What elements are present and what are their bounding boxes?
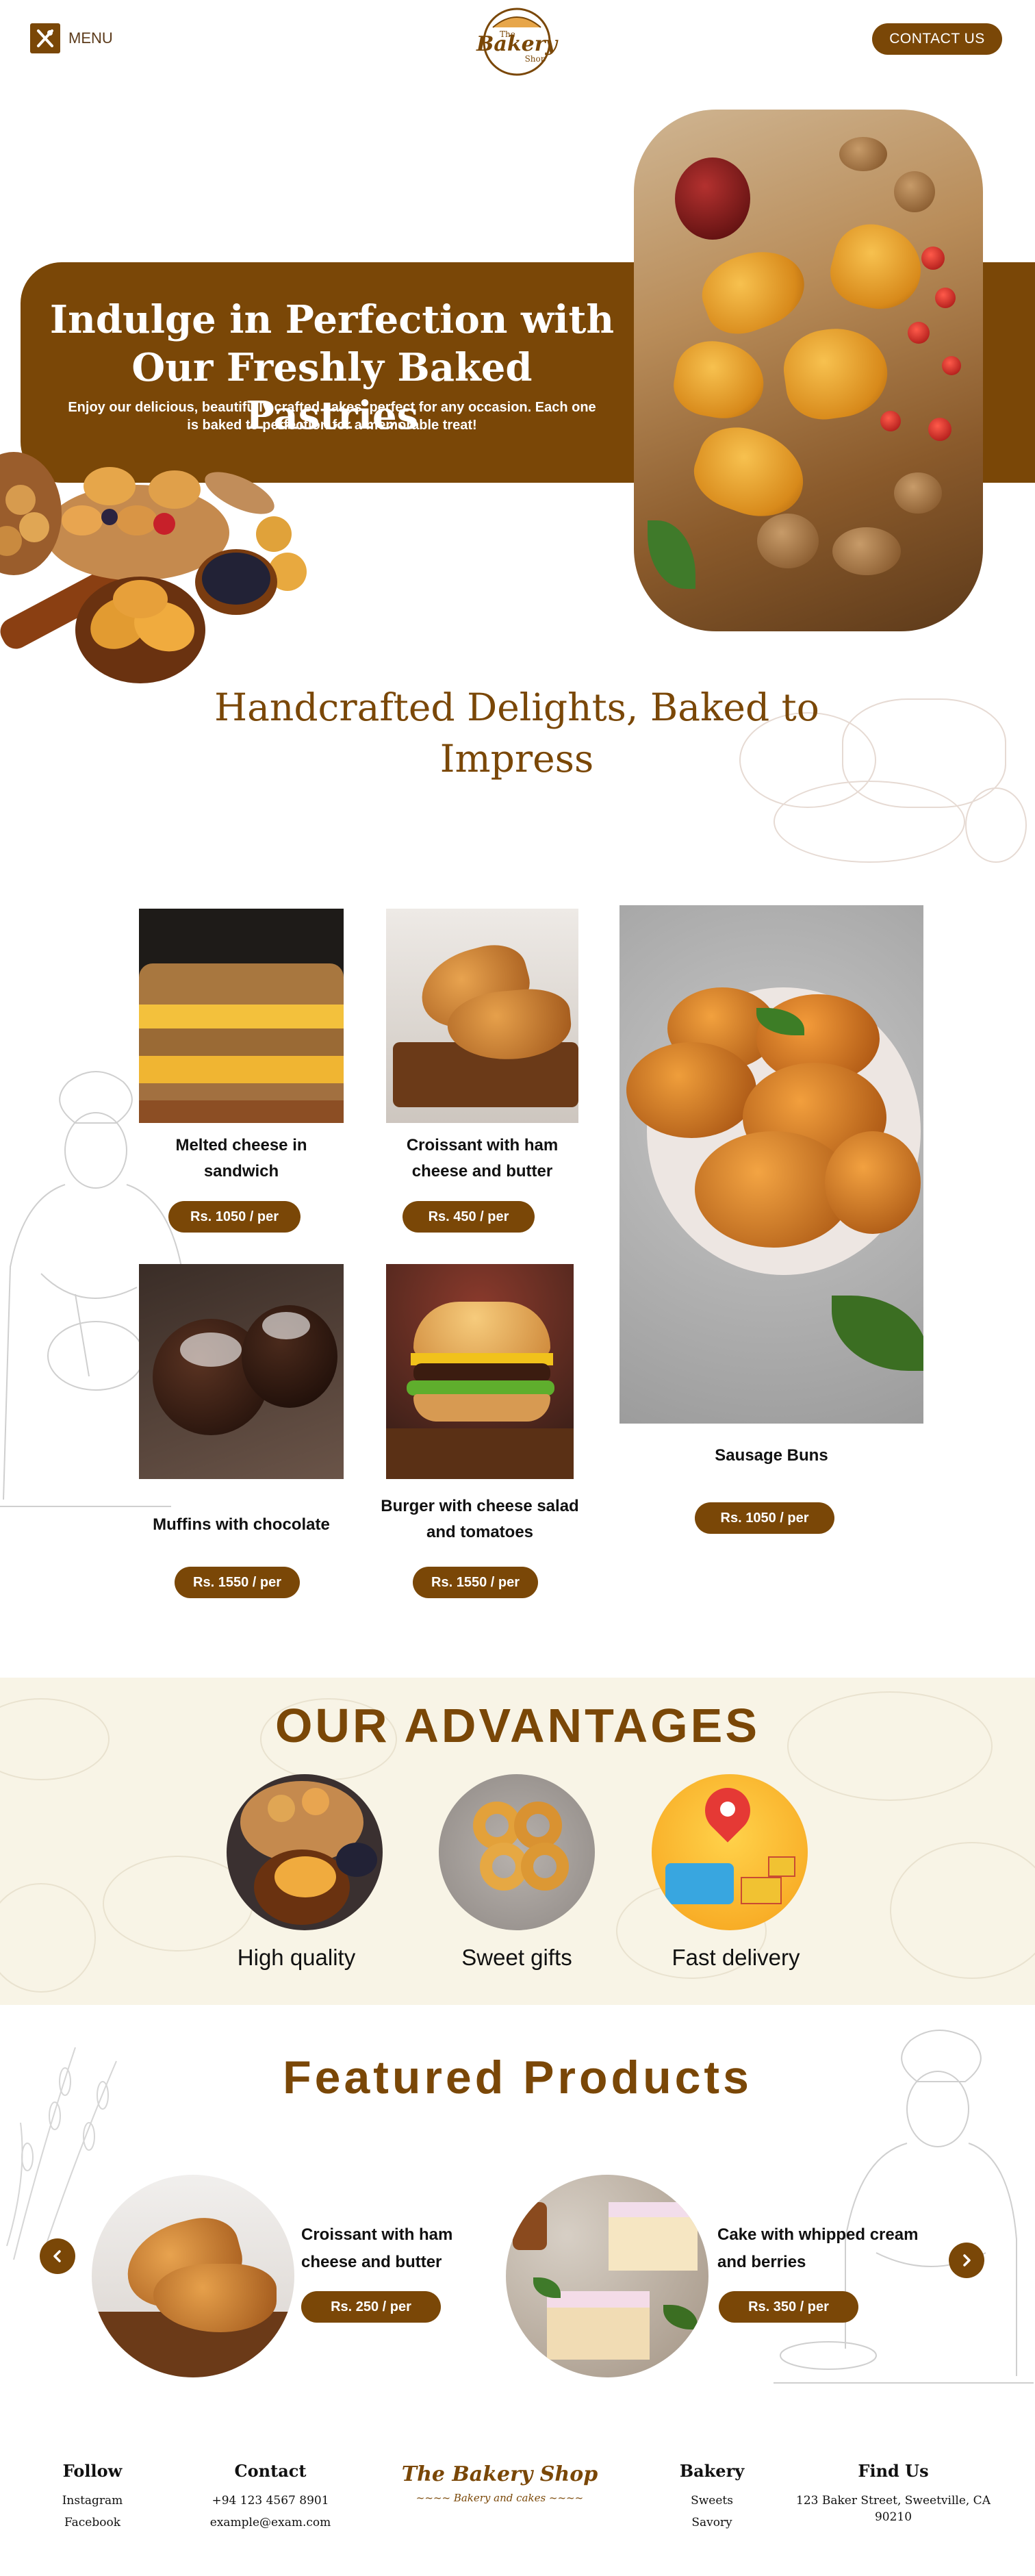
- footer-instagram-link[interactable]: Instagram: [0, 2492, 195, 2509]
- footer-savory-link[interactable]: Savory: [609, 2514, 815, 2531]
- logo-text-bottom: Shop: [525, 54, 546, 64]
- logo-text-main: Bakery: [476, 32, 559, 56]
- product-image-chocolate-muffins[interactable]: [139, 1264, 344, 1479]
- utensils-icon: [30, 23, 60, 53]
- menu-label: MENU: [68, 29, 113, 47]
- footer-follow-title: Follow: [62, 2461, 123, 2481]
- product-name: Croissant with ham cheese and butter: [406, 1136, 559, 1180]
- footer-brand-name: The Bakery Shop: [401, 2462, 598, 2486]
- footer-brand-tagline: Bakery and cakes: [453, 2492, 546, 2504]
- hero-subtitle: Enjoy our delicious, beautifully crafted…: [68, 400, 596, 433]
- pastry-board-image: [0, 452, 342, 692]
- price-badge[interactable]: Rs. 1550 / per: [413, 1567, 538, 1598]
- carousel-prev-button[interactable]: [40, 2238, 75, 2274]
- chevron-left-icon: [53, 2250, 61, 2262]
- hero-pastry-image: [634, 110, 983, 631]
- featured-price-badge[interactable]: Rs. 250 / per: [301, 2291, 441, 2323]
- wave-decoration: ~~~~: [416, 2492, 454, 2504]
- high-quality-image: [227, 1774, 383, 1930]
- sweet-gifts-image: [439, 1774, 595, 1930]
- advantage-label: Fast delivery: [672, 1945, 800, 1970]
- wave-decoration: ~~~~: [546, 2492, 584, 2504]
- contact-us-button[interactable]: CONTACT US: [872, 23, 1002, 55]
- featured-croissant-image[interactable]: [92, 2175, 294, 2377]
- product-image-cheese-sandwich[interactable]: [139, 909, 344, 1123]
- featured-title: Featured Products: [283, 2051, 752, 2104]
- product-name: Melted cheese in sandwich: [175, 1136, 307, 1180]
- product-image-burger[interactable]: [386, 1264, 574, 1479]
- price-badge[interactable]: Rs. 1050 / per: [168, 1201, 301, 1233]
- bakery-logo[interactable]: The Bakery Shop: [472, 4, 561, 77]
- product-image-croissant[interactable]: [386, 909, 578, 1123]
- featured-name: Croissant with ham cheese and butter: [301, 2225, 453, 2271]
- fast-delivery-image: [652, 1774, 808, 1930]
- footer-facebook-link[interactable]: Facebook: [0, 2514, 195, 2531]
- featured-name: Cake with whipped cream and berries: [717, 2225, 919, 2271]
- footer-sweets-link[interactable]: Sweets: [609, 2492, 815, 2509]
- featured-price-badge[interactable]: Rs. 350 / per: [719, 2291, 858, 2323]
- footer-find-us-title: Find Us: [858, 2461, 929, 2481]
- footer-bakery-title: Bakery: [679, 2461, 745, 2481]
- product-name: Muffins with chocolate: [153, 1515, 330, 1534]
- advantage-label: Sweet gifts: [461, 1945, 572, 1970]
- advantage-label: High quality: [237, 1945, 356, 1970]
- price-badge[interactable]: Rs. 1050 / per: [695, 1502, 834, 1534]
- footer-brand-logo[interactable]: The Bakery Shop ~~~~ Bakery and cakes ~~…: [383, 2462, 616, 2504]
- price-badge[interactable]: Rs. 1550 / per: [175, 1567, 300, 1598]
- footer-phone[interactable]: +94 123 4567 8901: [168, 2492, 373, 2509]
- footer-email[interactable]: example@exam.com: [168, 2514, 373, 2531]
- chevron-right-icon: [963, 2254, 971, 2266]
- advantages-title: OUR ADVANTAGES: [274, 1699, 761, 1752]
- price-badge[interactable]: Rs. 450 / per: [402, 1201, 535, 1233]
- product-name: Sausage Buns: [715, 1446, 828, 1465]
- footer-contact-title: Contact: [234, 2461, 307, 2481]
- featured-cake-image[interactable]: [506, 2175, 708, 2377]
- menu-button[interactable]: MENU: [30, 23, 113, 53]
- product-image-sausage-buns[interactable]: [619, 905, 923, 1424]
- product-name: Burger with cheese salad and tomatoes: [381, 1497, 579, 1541]
- carousel-next-button[interactable]: [949, 2243, 984, 2278]
- footer-address: 123 Baker Street, Sweetville, CA 90210: [796, 2494, 991, 2524]
- handcrafted-title: Handcrafted Delights, Baked to Impress: [214, 685, 819, 781]
